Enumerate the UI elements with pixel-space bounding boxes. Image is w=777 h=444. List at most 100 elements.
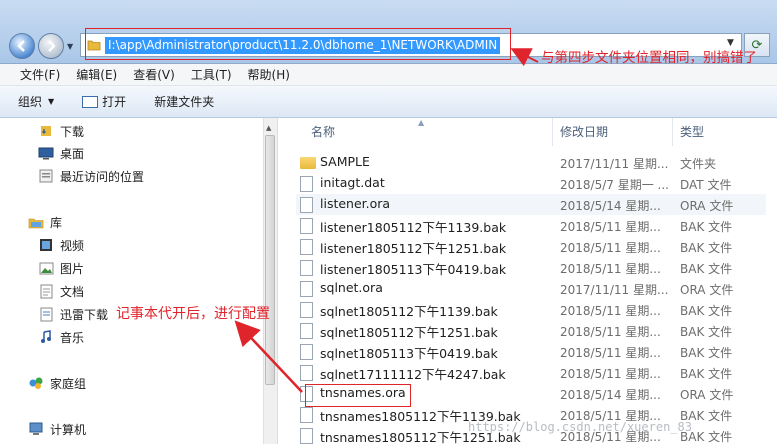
file-icon	[300, 428, 313, 444]
nav-label: 计算机	[50, 422, 87, 437]
file-icon	[300, 365, 313, 381]
file-row[interactable]: listener1805112下午1251.bak 2018/5/11 星期...…	[296, 236, 766, 257]
nav-item-downloads[interactable]: 下载	[38, 121, 84, 141]
computer-icon	[28, 422, 44, 436]
nav-label: 迅雷下载	[60, 307, 109, 322]
file-date: 2017/11/11 星期...	[560, 283, 669, 297]
menu-file[interactable]: 文件(F)	[12, 64, 68, 86]
video-library-icon	[38, 238, 54, 252]
file-type: BAK 文件	[680, 367, 733, 381]
file-name: listener1805112下午1139.bak	[320, 220, 507, 235]
scroll-up-icon[interactable]: ▲	[266, 124, 271, 132]
chevron-down-icon: ▼	[48, 97, 55, 106]
file-row[interactable]: SAMPLE 2017/11/11 星期... 文件夹	[296, 152, 766, 173]
file-date: 2018/5/11 星期...	[560, 220, 661, 234]
file-type: 文件夹	[680, 157, 717, 171]
file-date: 2018/5/11 星期...	[560, 346, 661, 360]
nav-label: 家庭组	[50, 376, 87, 391]
tnsnames-highlight-box	[305, 384, 411, 407]
address-dropdown-chevron-down-icon[interactable]: ▼	[727, 38, 734, 48]
file-row[interactable]: sqlnet1805113下午0419.bak 2018/5/11 星期... BA…	[296, 341, 766, 362]
file-name: listener1805112下午1251.bak	[320, 241, 507, 256]
recent-pages-chevron-down-icon[interactable]: ▼	[67, 42, 73, 51]
nav-label: 音乐	[60, 330, 85, 345]
file-icon	[300, 197, 313, 213]
file-icon	[300, 344, 313, 360]
navigation-scroll-thumb[interactable]	[265, 135, 275, 385]
file-type: ORA 文件	[680, 283, 734, 297]
organize-label: 组织	[18, 95, 43, 109]
nav-label: 视频	[60, 238, 85, 253]
menu-tools[interactable]: 工具(T)	[183, 64, 240, 86]
file-row[interactable]: listener1805112下午1139.bak 2018/5/11 星期...…	[296, 215, 766, 236]
column-separator[interactable]	[552, 118, 553, 146]
file-icon	[300, 407, 313, 423]
file-name: listener.ora	[320, 196, 391, 211]
menu-help[interactable]: 帮助(H)	[240, 64, 298, 86]
file-date: 2018/5/11 星期...	[560, 262, 661, 276]
nav-item-pictures[interactable]: 图片	[38, 258, 84, 278]
homegroup-icon	[28, 376, 44, 390]
pane-divider[interactable]	[277, 118, 278, 444]
download-folder-icon	[38, 124, 54, 138]
file-date: 2018/5/11 星期...	[560, 241, 661, 255]
file-date: 2017/11/11 星期...	[560, 157, 669, 171]
nav-label: 下载	[60, 124, 85, 139]
file-icon	[300, 302, 313, 318]
file-type: ORA 文件	[680, 199, 734, 213]
menu-view[interactable]: 查看(V)	[125, 64, 183, 86]
file-type: BAK 文件	[680, 346, 733, 360]
file-icon	[300, 176, 313, 192]
column-header-date[interactable]: 修改日期	[560, 118, 608, 146]
nav-label: 图片	[60, 261, 85, 276]
column-header-name[interactable]: 名称	[311, 118, 335, 146]
file-date: 2018/5/11 星期...	[560, 367, 661, 381]
folder-icon	[300, 157, 316, 169]
column-header-type[interactable]: 类型	[680, 118, 704, 146]
nav-label: 文档	[60, 284, 85, 299]
column-separator[interactable]	[672, 118, 673, 146]
forward-button[interactable]	[38, 33, 64, 59]
file-icon	[300, 260, 313, 276]
library-icon	[28, 215, 44, 229]
file-row[interactable]: listener.ora 2018/5/14 星期... ORA 文件	[296, 194, 766, 215]
new-folder-label: 新建文件夹	[154, 95, 215, 109]
back-button[interactable]	[9, 33, 35, 59]
file-row[interactable]: sqlnet17111112下午4247.bak 2018/5/11 星期... B…	[296, 362, 766, 383]
nav-item-computer[interactable]: 计算机	[28, 419, 86, 439]
file-icon	[300, 218, 313, 234]
desktop-icon	[38, 146, 54, 160]
nav-item-music[interactable]: 音乐	[38, 327, 84, 347]
file-date: 2018/5/7 星期一 ...	[560, 178, 669, 192]
nav-item-homegroup[interactable]: 家庭组	[28, 373, 86, 393]
open-window-icon	[82, 95, 99, 108]
command-toolbar: 组织 ▼ 打开 新建文件夹	[0, 86, 777, 118]
file-name: sqlnet1805112下午1251.bak	[320, 325, 498, 340]
nav-item-thunder-download[interactable]: 迅雷下载	[38, 304, 108, 324]
nav-item-libraries[interactable]: 库	[28, 212, 62, 232]
file-row[interactable]: sqlnet1805112下午1251.bak 2018/5/11 星期... BA…	[296, 320, 766, 341]
file-row[interactable]: initagt.dat 2018/5/7 星期一 ... DAT 文件	[296, 173, 766, 194]
file-type: DAT 文件	[680, 178, 732, 192]
file-name: listener1805113下午0419.bak	[320, 262, 507, 277]
music-library-icon	[38, 330, 54, 344]
file-row[interactable]: sqlnet1805112下午1139.bak 2018/5/11 星期... BA…	[296, 299, 766, 320]
file-name: initagt.dat	[320, 175, 385, 190]
file-type: BAK 文件	[680, 304, 733, 318]
file-icon	[300, 281, 313, 297]
open-label: 打开	[102, 95, 127, 109]
nav-item-recent-places[interactable]: 最近访问的位置	[38, 166, 144, 186]
file-name: sqlnet17111112下午4247.bak	[320, 367, 506, 382]
open-button[interactable]: 打开	[82, 93, 126, 110]
file-type: BAK 文件	[680, 262, 733, 276]
file-row[interactable]: listener1805113下午0419.bak 2018/5/11 星期...…	[296, 257, 766, 278]
nav-item-desktop[interactable]: 桌面	[38, 143, 84, 163]
menu-edit[interactable]: 编辑(E)	[68, 64, 125, 86]
nav-item-videos[interactable]: 视频	[38, 235, 84, 255]
nav-item-documents[interactable]: 文档	[38, 281, 84, 301]
new-folder-button[interactable]: 新建文件夹	[154, 93, 214, 110]
organize-button[interactable]: 组织 ▼	[18, 93, 54, 110]
nav-label: 桌面	[60, 146, 85, 161]
file-row[interactable]: sqlnet.ora 2017/11/11 星期... ORA 文件	[296, 278, 766, 299]
pictures-library-icon	[38, 261, 54, 275]
